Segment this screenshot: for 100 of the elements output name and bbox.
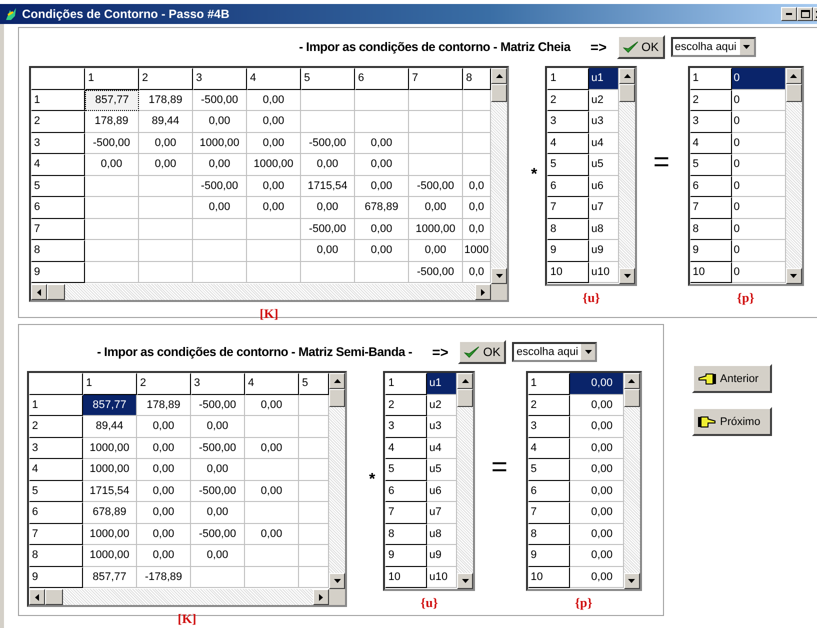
table-cell[interactable]: -500,00 xyxy=(191,438,245,459)
table-cell[interactable]: -500,00 xyxy=(191,394,245,416)
scroll-down-button[interactable] xyxy=(619,268,636,284)
vertical-scrollbar[interactable] xyxy=(786,68,802,284)
table-cell[interactable]: 0,00 xyxy=(301,240,355,262)
minimize-button[interactable] xyxy=(781,7,797,21)
table-cell[interactable]: -178,89 xyxy=(137,566,191,588)
scroll-up-button[interactable] xyxy=(624,373,640,389)
table-cell[interactable]: -500,00 xyxy=(193,90,247,111)
table-cell[interactable]: 0,00 xyxy=(191,545,245,566)
scroll-thumb[interactable] xyxy=(329,389,345,407)
scroll-thumb[interactable] xyxy=(786,84,802,102)
table-cell[interactable] xyxy=(139,218,193,240)
horizontal-scrollbar[interactable] xyxy=(29,589,345,605)
table-cell[interactable]: 1000,00 xyxy=(193,132,247,154)
dropdown[interactable]: escolha aqui xyxy=(512,342,598,362)
table-cell[interactable]: 857,77 xyxy=(83,566,137,588)
table-cell[interactable] xyxy=(409,111,463,132)
table-cell[interactable]: -500,00 xyxy=(191,480,245,502)
ok-button[interactable]: OK xyxy=(458,340,506,364)
table-cell[interactable] xyxy=(301,111,355,132)
table-cell[interactable]: 0,00 xyxy=(247,176,301,197)
scroll-thumb[interactable] xyxy=(619,84,636,102)
table-cell[interactable] xyxy=(409,90,463,111)
table-cell[interactable]: 857,77 xyxy=(83,394,137,416)
table-cell[interactable]: 678,89 xyxy=(355,197,409,218)
table-cell[interactable] xyxy=(409,154,463,176)
scroll-down-button[interactable] xyxy=(329,573,345,589)
table-cell[interactable]: 178,89 xyxy=(137,394,191,416)
table-cell[interactable] xyxy=(245,566,299,588)
table-cell[interactable]: 0,00 xyxy=(137,438,191,459)
table-cell[interactable] xyxy=(355,90,409,111)
table-cell[interactable]: -500,00 xyxy=(85,132,139,154)
table-cell[interactable]: 0,00 xyxy=(193,154,247,176)
table-cell[interactable] xyxy=(245,502,299,524)
table-cell[interactable]: -500,00 xyxy=(409,262,463,283)
table-cell[interactable] xyxy=(247,240,301,262)
next-button[interactable]: Próximo xyxy=(692,407,772,436)
table-cell[interactable] xyxy=(193,262,247,283)
table-cell[interactable] xyxy=(193,240,247,262)
table-cell[interactable]: 89,44 xyxy=(83,416,137,438)
table-cell[interactable]: u1 xyxy=(427,373,458,394)
scroll-up-button[interactable] xyxy=(491,68,507,84)
table-cell[interactable]: 0,00 xyxy=(409,197,463,218)
table-cell[interactable] xyxy=(409,132,463,154)
table-cell[interactable] xyxy=(193,218,247,240)
table-cell[interactable]: -500,00 xyxy=(193,176,247,197)
table-cell[interactable]: 678,89 xyxy=(83,502,137,524)
table-cell[interactable] xyxy=(247,218,301,240)
table-cell[interactable]: 0,00 xyxy=(245,524,299,545)
table-cell[interactable]: 1000,00 xyxy=(83,545,137,566)
vertical-scrollbar[interactable] xyxy=(329,373,345,589)
table-cell[interactable] xyxy=(355,262,409,283)
table-cell[interactable]: 0,00 xyxy=(355,240,409,262)
vertical-scrollbar[interactable] xyxy=(619,68,636,284)
scroll-right-button[interactable] xyxy=(313,589,329,605)
table-cell[interactable]: 0,00 xyxy=(85,154,139,176)
table-cell[interactable]: 0,00 xyxy=(245,438,299,459)
vertical-scrollbar[interactable] xyxy=(624,373,640,589)
table-cell[interactable]: 0,00 xyxy=(247,90,301,111)
table-cell[interactable]: 0,00 xyxy=(245,480,299,502)
scroll-up-button[interactable] xyxy=(619,68,636,84)
table-cell[interactable] xyxy=(85,240,139,262)
table-cell[interactable] xyxy=(85,197,139,218)
table-cell[interactable] xyxy=(139,197,193,218)
table-cell[interactable]: 1000,00 xyxy=(409,218,463,240)
table-cell[interactable]: 0,00 xyxy=(301,197,355,218)
table-cell[interactable]: 0,00 xyxy=(247,132,301,154)
scroll-thumb[interactable] xyxy=(491,84,507,102)
dropdown[interactable]: escolha aqui xyxy=(670,37,756,57)
table-cell[interactable]: 89,44 xyxy=(139,111,193,132)
table-cell[interactable]: 1000,00 xyxy=(83,524,137,545)
table-cell[interactable] xyxy=(245,545,299,566)
table-cell[interactable]: 1000,00 xyxy=(83,438,137,459)
scroll-left-button[interactable] xyxy=(29,589,45,605)
table-cell[interactable]: 1000,00 xyxy=(83,459,137,480)
table-cell[interactable]: 0,00 xyxy=(139,132,193,154)
table-cell[interactable]: 0 xyxy=(732,68,786,90)
table-cell[interactable] xyxy=(245,459,299,480)
table-cell[interactable] xyxy=(139,262,193,283)
table-cell[interactable]: 178,89 xyxy=(85,111,139,132)
table-cell[interactable] xyxy=(85,262,139,283)
previous-button[interactable]: Anterior xyxy=(692,364,772,393)
scroll-down-button[interactable] xyxy=(491,268,507,284)
table-cell[interactable]: u1 xyxy=(589,68,620,90)
scroll-thumb[interactable] xyxy=(47,284,65,300)
maximize-button[interactable] xyxy=(797,7,813,21)
table-cell[interactable] xyxy=(85,218,139,240)
table-cell[interactable]: 178,89 xyxy=(139,90,193,111)
table-cell[interactable]: 0,00 xyxy=(355,132,409,154)
table-cell[interactable]: 0,00 xyxy=(245,394,299,416)
table-cell[interactable]: 0,00 xyxy=(193,197,247,218)
scroll-thumb[interactable] xyxy=(624,389,640,407)
table-cell[interactable]: 0,00 xyxy=(137,545,191,566)
scroll-down-button[interactable] xyxy=(457,573,474,589)
scroll-right-button[interactable] xyxy=(475,284,491,300)
table-cell[interactable] xyxy=(301,90,355,111)
table-cell[interactable]: 857,77 xyxy=(85,90,139,111)
table-cell[interactable] xyxy=(139,240,193,262)
table-cell[interactable]: 0,00 xyxy=(247,111,301,132)
